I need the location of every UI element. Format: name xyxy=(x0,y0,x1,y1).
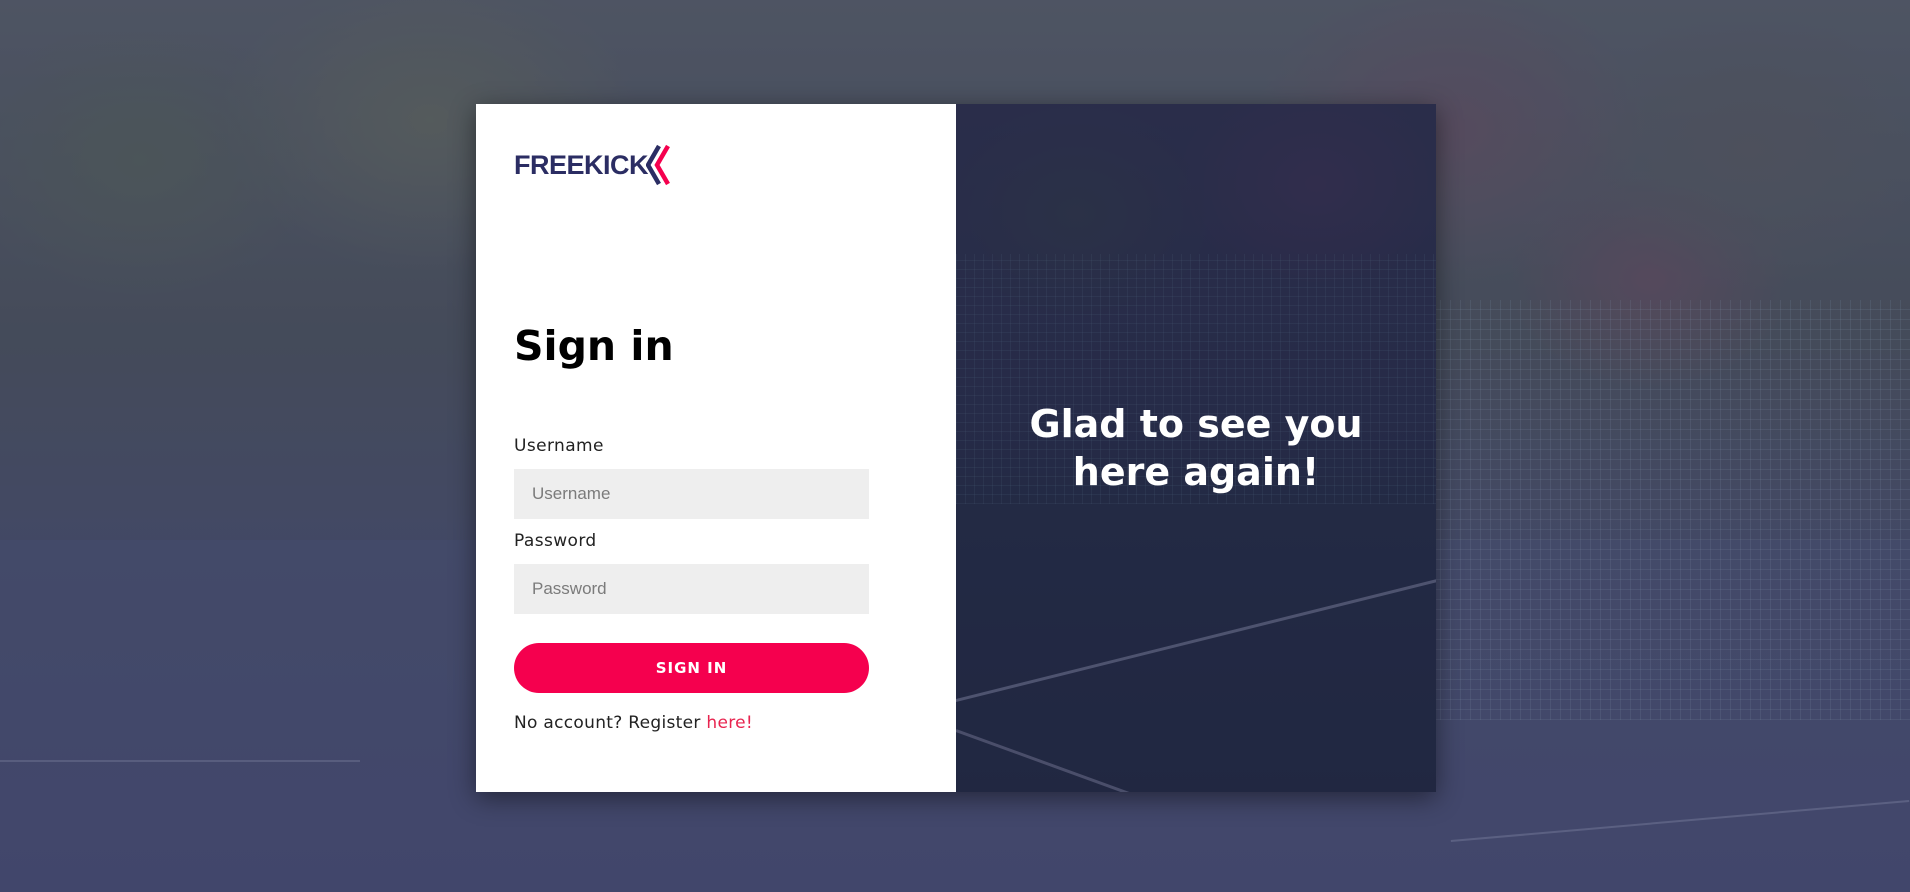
welcome-tagline-line-2: here again! xyxy=(1072,450,1320,494)
username-label: Username xyxy=(514,436,604,456)
register-link[interactable]: here! xyxy=(706,713,753,733)
sign-in-button[interactable]: SIGN IN xyxy=(514,643,869,693)
register-prompt-text: No account? Register xyxy=(514,713,707,733)
password-input[interactable] xyxy=(514,564,869,614)
double-chevron-logo-icon xyxy=(646,144,670,186)
page-title: Sign in xyxy=(514,322,674,370)
logo-wordmark: FREEKICK xyxy=(514,149,649,180)
login-card: FREEKICK Sign in Username Password SIGN … xyxy=(476,104,1436,792)
welcome-tagline-line-1: Glad to see you xyxy=(1029,402,1363,446)
password-label: Password xyxy=(514,531,597,551)
sign-in-panel: FREEKICK Sign in Username Password SIGN … xyxy=(476,104,956,792)
freekick-logo[interactable]: FREEKICK xyxy=(514,142,670,188)
register-prompt: No account? Register here! xyxy=(514,713,753,733)
username-input[interactable] xyxy=(514,469,869,519)
welcome-tagline: Glad to see you here again! xyxy=(956,400,1436,496)
welcome-panel: Glad to see you here again! xyxy=(956,104,1436,792)
